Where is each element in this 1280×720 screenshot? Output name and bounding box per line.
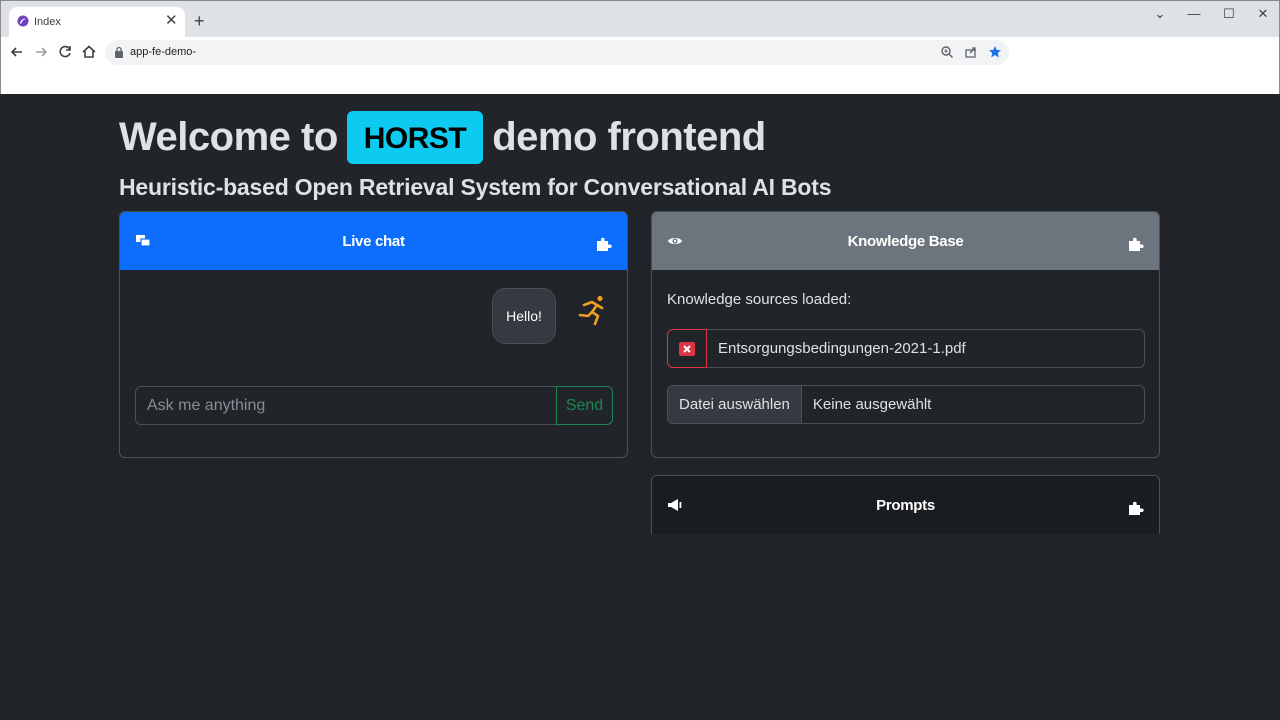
forward-arrow-icon[interactable] (31, 42, 51, 62)
tab-close-icon[interactable]: ✕ (165, 13, 178, 28)
browser-tab[interactable]: Index ✕ (9, 7, 185, 37)
prompts-card: Prompts (651, 475, 1160, 534)
browser-window: Index ✕ + ⌄ — ☐ ✕ app-fe-demo- (0, 0, 1280, 94)
home-icon[interactable] (79, 42, 99, 62)
chat-icon (136, 235, 151, 247)
prompts-header: Prompts (652, 476, 1159, 534)
live-chat-title: Live chat (342, 232, 405, 250)
delete-file-button[interactable] (667, 329, 707, 368)
bookmark-star-icon[interactable] (988, 45, 1002, 59)
reload-icon[interactable] (55, 42, 75, 62)
knowledge-base-header: Knowledge Base (652, 212, 1159, 270)
zoom-icon[interactable] (940, 45, 954, 59)
close-x-icon (679, 341, 695, 356)
send-button[interactable]: Send (556, 386, 613, 425)
knowledge-base-title: Knowledge Base (847, 232, 964, 250)
page-title-prefix: Welcome to (119, 114, 338, 159)
site-favicon-icon (17, 15, 29, 27)
file-upload-input[interactable]: Datei auswählen Keine ausgewählt (667, 385, 1145, 424)
share-icon[interactable] (964, 45, 978, 59)
choose-file-button[interactable]: Datei auswählen (667, 385, 802, 424)
chat-message-input[interactable] (135, 386, 556, 425)
puzzle-piece-icon[interactable] (1128, 236, 1144, 252)
tab-strip: Index ✕ + ⌄ — ☐ ✕ (1, 1, 1279, 37)
browser-toolbar: app-fe-demo- (1, 37, 1279, 67)
window-close-icon[interactable]: ✕ (1251, 5, 1275, 23)
knowledge-base-card: Knowledge Base Knowledge sources loaded:… (651, 211, 1160, 458)
puzzle-piece-icon[interactable] (1128, 500, 1144, 516)
page-title-suffix: demo frontend (492, 114, 766, 159)
minimize-icon[interactable]: — (1182, 5, 1206, 23)
file-picker-value: Keine ausgewählt (801, 385, 1145, 424)
address-bar[interactable]: app-fe-demo- (105, 40, 1009, 65)
chat-input-group: Send (135, 386, 613, 425)
knowledge-file-row: Entsorgungsbedingungen-2021-1.pdf (667, 329, 1145, 368)
maximize-icon[interactable]: ☐ (1217, 5, 1241, 23)
live-chat-header: Live chat (120, 212, 627, 270)
eye-icon (668, 238, 682, 244)
knowledge-file-name: Entsorgungsbedingungen-2021-1.pdf (707, 329, 1145, 368)
megaphone-icon (668, 499, 682, 511)
page-title: Welcome to HORST demo frontend (119, 109, 766, 165)
bot-runner-avatar-icon (578, 295, 604, 326)
page-body: Welcome to HORST demo frontend Heuristic… (0, 94, 1280, 720)
chat-message-bubble: Hello! (492, 288, 556, 344)
live-chat-card: Live chat Hello! Send (119, 211, 628, 458)
url-text: app-fe-demo- (130, 46, 197, 58)
tab-title: Index (34, 16, 61, 28)
knowledge-sources-label: Knowledge sources loaded: (667, 291, 852, 308)
page-subtitle: Heuristic-based Open Retrieval System fo… (119, 174, 832, 200)
lock-icon (115, 46, 123, 58)
puzzle-piece-icon[interactable] (596, 236, 612, 252)
back-arrow-icon[interactable] (7, 42, 27, 62)
new-tab-icon[interactable]: + (194, 12, 205, 30)
horst-badge: HORST (346, 110, 484, 164)
prompts-title: Prompts (876, 496, 935, 514)
tab-search-chevron-icon[interactable]: ⌄ (1148, 5, 1172, 23)
